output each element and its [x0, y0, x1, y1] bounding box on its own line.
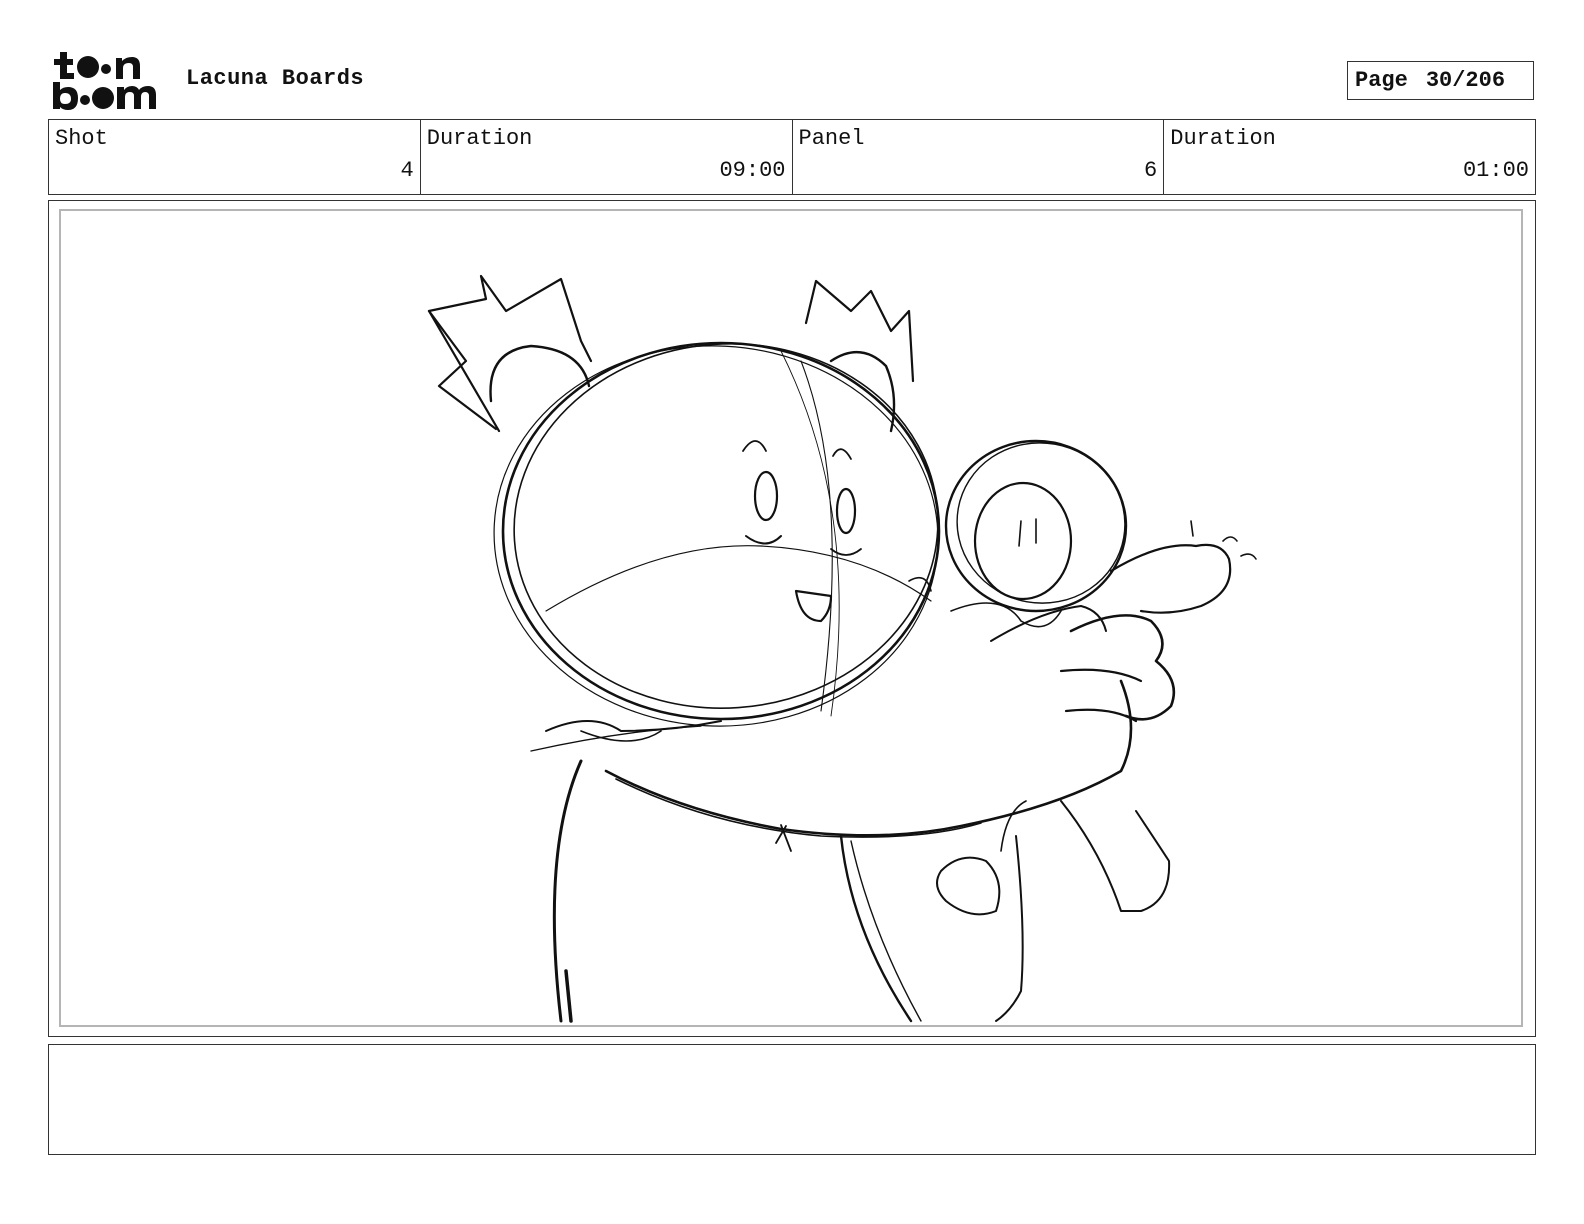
panel-duration-label: Duration [1170, 126, 1276, 151]
page-indicator: Page 30/206 [1347, 61, 1534, 100]
panel-duration-cell: Duration 01:00 [1164, 120, 1535, 194]
project-title: Lacuna Boards [186, 66, 365, 91]
panel-frame [48, 200, 1536, 1037]
shot-info-row: Shot 4 Duration 09:00 Panel 6 Duration 0… [48, 119, 1536, 195]
toon-boom-logo [50, 50, 166, 112]
page-number: 30/206 [1425, 68, 1506, 93]
panel-image-area [59, 209, 1523, 1027]
panel-cell: Panel 6 [793, 120, 1165, 194]
shot-label: Shot [55, 126, 108, 151]
shot-duration-value: 09:00 [719, 158, 786, 183]
shot-duration-label: Duration [426, 126, 533, 151]
panel-value: 6 [1144, 158, 1158, 183]
panel-duration-value: 01:00 [1462, 158, 1529, 183]
panel-notes-box [48, 1044, 1536, 1155]
storyboard-sketch [427, 274, 1257, 1023]
shot-cell: Shot 4 [49, 120, 421, 194]
shot-value: 4 [400, 158, 414, 183]
shot-duration-cell: Duration 09:00 [421, 120, 793, 194]
page-label: Page [1355, 68, 1408, 93]
panel-label: Panel [798, 126, 865, 151]
